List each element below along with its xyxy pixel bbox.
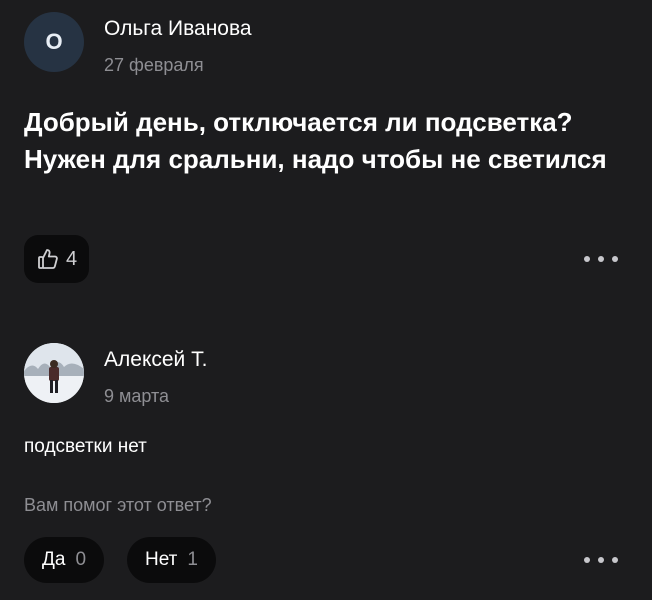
- answer-header: Алексей Т. 9 марта: [24, 343, 207, 407]
- question-date: 27 февраля: [104, 55, 204, 75]
- like-count: 4: [66, 247, 78, 270]
- question-text: Добрый день, отключается ли подсветка? Н…: [24, 107, 607, 174]
- avatar-photo-icon: [24, 343, 84, 403]
- answer-date: 9 марта: [104, 386, 170, 406]
- helpful-prompt: Вам помог этот ответ?: [24, 495, 212, 515]
- question-author-name[interactable]: Ольга Иванова: [104, 16, 252, 42]
- more-horizontal-icon: [584, 256, 590, 262]
- vote-no-count: 1: [187, 549, 198, 570]
- vote-yes-count: 0: [75, 549, 87, 570]
- thumbs-up-icon: [38, 249, 58, 269]
- question-author-info: Ольга Иванова 27 февраля: [104, 16, 252, 76]
- question-more-button[interactable]: [584, 249, 618, 269]
- answer-author-name[interactable]: Алексей Т.: [104, 347, 207, 373]
- answer-author-avatar[interactable]: [24, 343, 84, 403]
- question-header: О Ольга Иванова 27 февраля: [24, 12, 252, 76]
- vote-no-button[interactable]: Нет 1: [127, 537, 216, 583]
- answer-text: подсветки нет: [24, 436, 147, 457]
- vote-no-label: Нет: [145, 549, 178, 570]
- more-horizontal-icon: [584, 557, 590, 563]
- vote-yes-button[interactable]: Да 0: [24, 537, 105, 583]
- vote-yes-label: Да: [42, 549, 66, 570]
- question-author-avatar[interactable]: О: [24, 12, 84, 72]
- like-button[interactable]: 4: [24, 235, 90, 283]
- answer-author-info: Алексей Т. 9 марта: [104, 347, 207, 407]
- answer-more-button[interactable]: [584, 550, 618, 570]
